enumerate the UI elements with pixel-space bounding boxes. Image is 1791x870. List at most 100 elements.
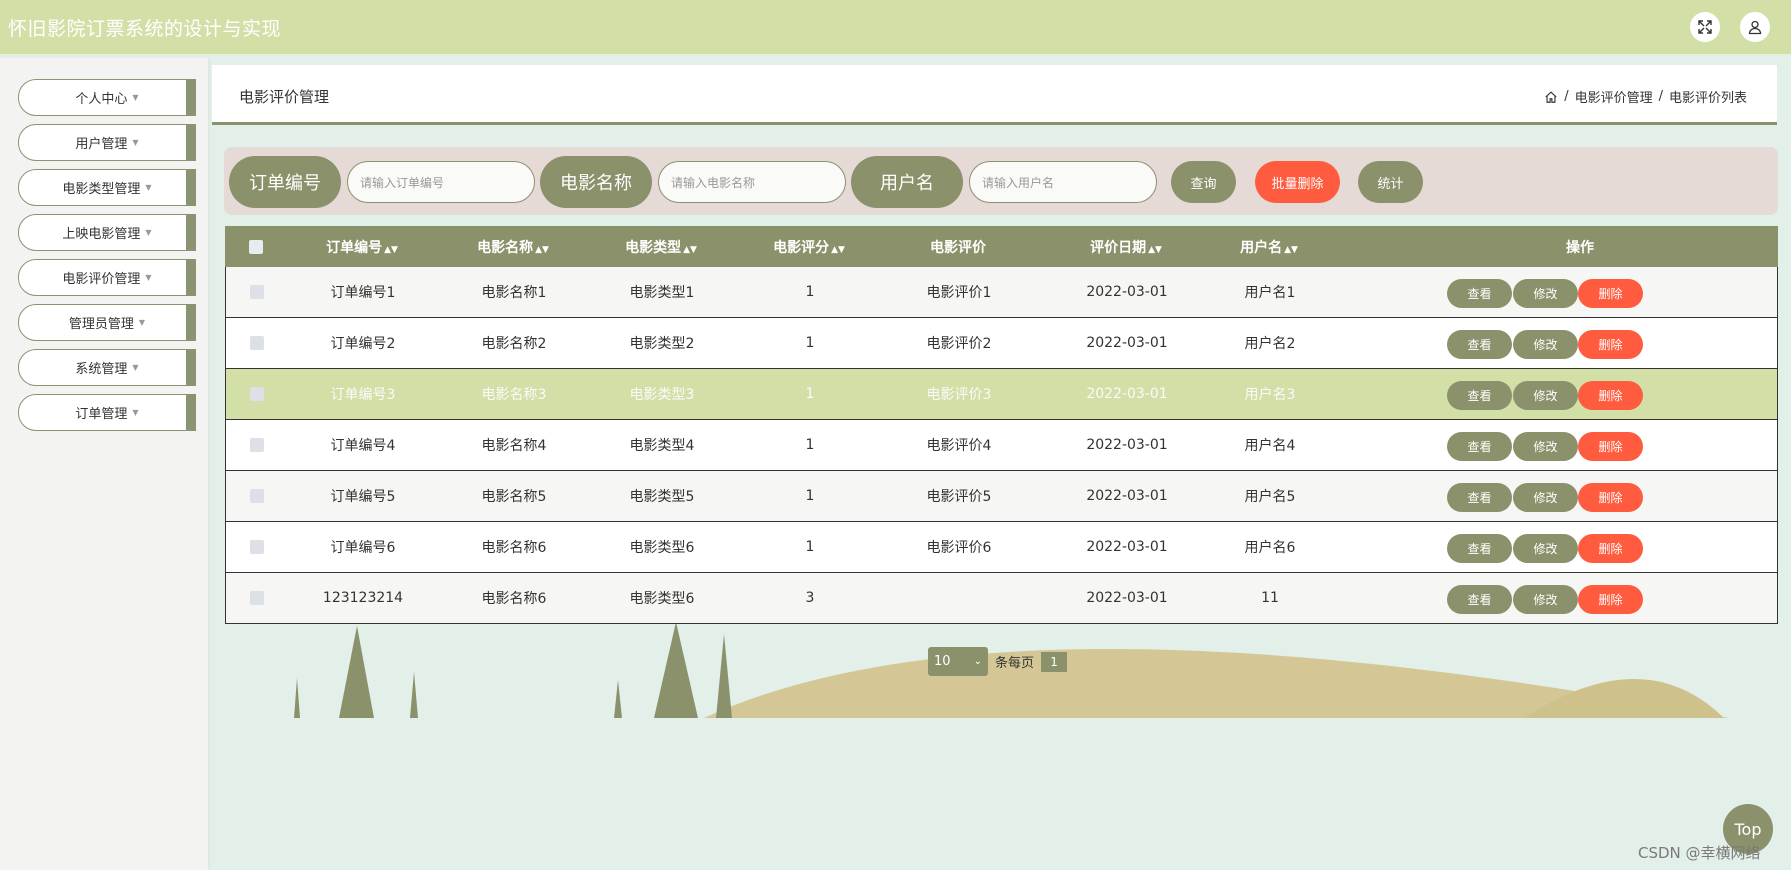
- page-header: 电影评价管理 / 电影评价管理 / 电影评价列表: [212, 65, 1777, 125]
- row-checkbox[interactable]: [250, 438, 264, 452]
- cell-order-number: 订单编号2: [330, 336, 396, 352]
- sidebar-item-label: 管理员管理: [68, 317, 134, 332]
- row-checkbox[interactable]: [250, 336, 264, 350]
- row-checkbox[interactable]: [250, 489, 264, 503]
- cell-date: 2022-03-01: [1086, 284, 1168, 300]
- row-checkbox[interactable]: [250, 285, 264, 299]
- edit-button[interactable]: 修改: [1513, 483, 1578, 512]
- cell-review: 电影评价4: [926, 438, 992, 454]
- cell-review: 电影评价3: [926, 387, 992, 403]
- table-row[interactable]: 订单编号1 电影名称1 电影类型1 1 电影评价1 2022-03-01 用户名1 查看 修改删…: [225, 267, 1778, 318]
- sidebar-item-label: 系统管理: [75, 362, 128, 377]
- cell-date: 2022-03-01: [1086, 488, 1168, 504]
- edit-button[interactable]: 修改: [1513, 330, 1578, 359]
- cell-score: 1: [805, 437, 815, 453]
- breadcrumb-item[interactable]: 电影评价管理: [1575, 87, 1653, 106]
- column-header-review: 电影评价: [930, 239, 986, 256]
- cell-score: 3: [805, 590, 815, 606]
- top-bar: 怀旧影院订票系统的设计与实现: [0, 0, 1791, 56]
- column-header-username[interactable]: 用户名 ▲▼: [1214, 237, 1324, 257]
- delete-button[interactable]: 删除: [1578, 432, 1643, 461]
- batch-delete-button[interactable]: 批量删除: [1255, 161, 1340, 203]
- delete-button[interactable]: 删除: [1578, 381, 1643, 410]
- table-row[interactable]: 订单编号3 电影名称3 电影类型3 1 电影评价3 2022-03-01 用户名3 查看 修改删…: [225, 369, 1778, 420]
- sidebar-item-showing-movies[interactable]: 上映电影管理 ▼: [18, 214, 196, 251]
- delete-button[interactable]: 删除: [1578, 585, 1643, 614]
- view-button[interactable]: 查看: [1447, 432, 1512, 461]
- edit-button[interactable]: 修改: [1513, 279, 1578, 308]
- breadcrumb-current: 电影评价列表: [1668, 91, 1747, 106]
- sidebar-item-system[interactable]: 系统管理 ▼: [18, 349, 196, 386]
- delete-button[interactable]: 删除: [1578, 279, 1643, 308]
- view-button[interactable]: 查看: [1447, 534, 1512, 563]
- cell-movie-type: 电影类型5: [629, 489, 695, 505]
- column-header-date[interactable]: 评价日期 ▲▼: [1061, 237, 1191, 257]
- cell-movie-name: 电影名称5: [481, 489, 547, 505]
- cell-review: 电影评价1: [926, 285, 992, 301]
- view-button[interactable]: 查看: [1447, 381, 1512, 410]
- sidebar-item-orders[interactable]: 订单管理 ▼: [18, 394, 196, 431]
- sidebar-item-admins[interactable]: 管理员管理 ▼: [18, 304, 196, 341]
- cell-username: 用户名5: [1244, 489, 1296, 505]
- cell-movie-name: 电影名称6: [481, 591, 547, 607]
- row-checkbox[interactable]: [250, 591, 264, 605]
- cell-score: 1: [805, 386, 815, 402]
- view-button[interactable]: 查看: [1447, 330, 1512, 359]
- caret-down-icon: ▼: [145, 228, 152, 237]
- cell-date: 2022-03-01: [1086, 386, 1168, 402]
- column-header-label: 用户名: [1240, 239, 1283, 256]
- edit-button[interactable]: 修改: [1513, 534, 1578, 563]
- caret-down-icon: ▼: [132, 93, 139, 102]
- table-row[interactable]: 订单编号5 电影名称5 电影类型5 1 电影评价5 2022-03-01 用户名5 查看 修改删…: [225, 471, 1778, 522]
- edit-button[interactable]: 修改: [1513, 432, 1578, 461]
- user-icon[interactable]: [1740, 12, 1770, 42]
- sidebar-item-users[interactable]: 用户管理 ▼: [18, 124, 196, 161]
- sidebar-item-movie-reviews[interactable]: 电影评价管理 ▼: [18, 259, 196, 296]
- table-row[interactable]: 订单编号4 电影名称4 电影类型4 1 电影评价4 2022-03-01 用户名4 查看 修改删…: [225, 420, 1778, 471]
- home-icon[interactable]: [1544, 90, 1558, 104]
- table-row[interactable]: 123123214 电影名称6 电影类型6 3 2022-03-01 11 查看 修改 删除: [225, 573, 1778, 624]
- column-header-score[interactable]: 电影评分 ▲▼: [754, 237, 864, 257]
- page-number-current[interactable]: 1: [1041, 651, 1068, 672]
- edit-button[interactable]: 修改: [1513, 381, 1578, 410]
- cell-movie-name: 电影名称3: [481, 387, 547, 403]
- sidebar-item-movie-types[interactable]: 电影类型管理 ▼: [18, 169, 196, 206]
- sidebar-item-label: 用户管理: [75, 137, 128, 152]
- column-header-label: 电影名称: [477, 239, 534, 256]
- stats-button[interactable]: 统计: [1358, 161, 1423, 203]
- delete-button[interactable]: 删除: [1578, 483, 1643, 512]
- expand-icon[interactable]: [1690, 12, 1720, 42]
- cell-review: 电影评价5: [926, 489, 992, 505]
- order-number-input[interactable]: 请输入订单编号: [347, 161, 535, 203]
- sort-icon: ▲▼: [683, 244, 697, 255]
- column-header-order-number[interactable]: 订单编号 ▲▼: [307, 237, 417, 257]
- cell-movie-type: 电影类型4: [629, 438, 695, 454]
- delete-button[interactable]: 删除: [1578, 330, 1643, 359]
- sidebar-item-label: 电影类型管理: [62, 182, 141, 197]
- view-button[interactable]: 查看: [1447, 483, 1512, 512]
- row-checkbox[interactable]: [250, 387, 264, 401]
- row-checkbox[interactable]: [250, 540, 264, 554]
- breadcrumb-separator: /: [1564, 89, 1569, 104]
- delete-button[interactable]: 删除: [1578, 534, 1643, 563]
- cell-movie-type: 电影类型3: [629, 387, 695, 403]
- query-button[interactable]: 查询: [1171, 161, 1236, 203]
- select-all-checkbox[interactable]: [249, 239, 263, 254]
- sort-icon: ▲▼: [535, 244, 549, 255]
- sidebar-item-label: 电影评价管理: [62, 272, 141, 287]
- view-button[interactable]: 查看: [1447, 279, 1512, 308]
- caret-down-icon: ▼: [132, 408, 139, 417]
- cell-score: 1: [805, 539, 815, 555]
- column-header-movie-name[interactable]: 电影名称 ▲▼: [458, 237, 568, 257]
- table-row[interactable]: 订单编号2 电影名称2 电影类型2 1 电影评价2 2022-03-01 用户名2 查看 修改删…: [225, 318, 1778, 369]
- column-header-movie-type[interactable]: 电影类型 ▲▼: [606, 237, 716, 257]
- column-header-label: 电影评分: [773, 239, 830, 256]
- cell-review: 电影评价2: [926, 336, 992, 352]
- username-input[interactable]: 请输入用户名: [969, 161, 1157, 203]
- table-row[interactable]: 订单编号6 电影名称6 电影类型6 1 电影评价6 2022-03-01 用户名6 查看 修改删…: [225, 522, 1778, 573]
- page-size-select[interactable]: 10 ⌄: [928, 647, 988, 676]
- edit-button[interactable]: 修改: [1513, 585, 1578, 614]
- sidebar-item-personal[interactable]: 个人中心 ▼: [18, 79, 196, 116]
- movie-name-input[interactable]: 请输入电影名称: [658, 161, 846, 203]
- view-button[interactable]: 查看: [1447, 585, 1512, 614]
